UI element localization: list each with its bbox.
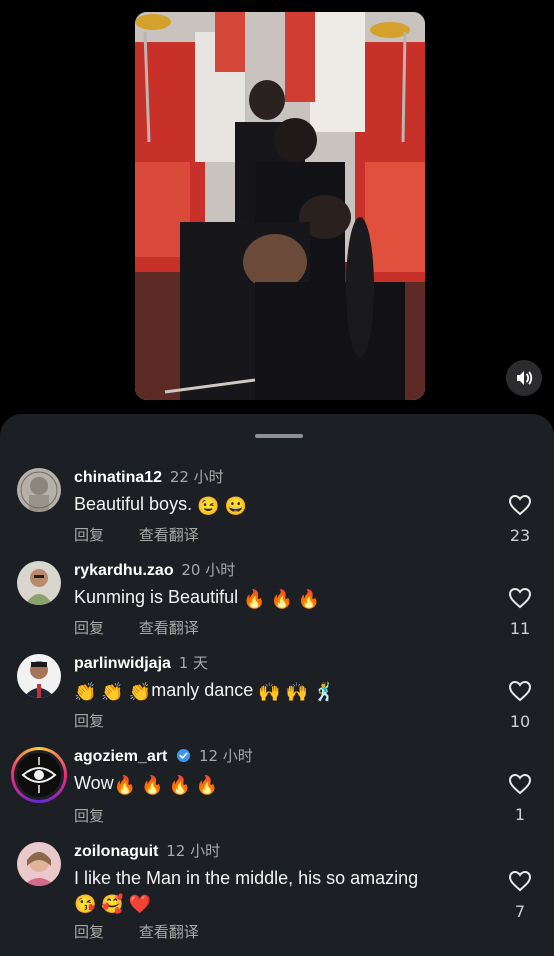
like-button[interactable] [505, 773, 535, 799]
comment-text: I like the Man in the middle, his so ama… [74, 866, 474, 914]
comment-body: I like the Man in the middle, his so ama… [74, 868, 419, 888]
comment-actions: 回复 [74, 710, 134, 731]
comment-meta: chinatina12 22 小时 [74, 466, 224, 487]
reply-button[interactable]: 回复 [74, 526, 104, 544]
video-frame-image [135, 12, 425, 400]
heart-icon [508, 773, 532, 795]
reply-button[interactable]: 回复 [74, 619, 104, 637]
comment-actions: 回复 查看翻译 [74, 524, 229, 545]
comment-time: 12 小时 [198, 747, 253, 765]
avatar[interactable] [17, 561, 61, 605]
verified-badge-icon [176, 748, 191, 767]
speaker-icon [517, 371, 533, 385]
reel-video-area [0, 0, 554, 420]
comment-body: Beautiful boys. [74, 494, 193, 514]
comment-actions: 回复 查看翻译 [74, 617, 229, 638]
see-translation-button[interactable]: 查看翻译 [139, 923, 199, 941]
avatar[interactable] [17, 654, 61, 698]
reel-video[interactable] [135, 12, 425, 400]
comment-body: manly dance [151, 680, 254, 700]
see-translation-button[interactable]: 查看翻译 [139, 526, 199, 544]
avatar[interactable] [17, 842, 61, 886]
like-button[interactable] [505, 494, 535, 520]
like-count: 10 [509, 712, 531, 731]
comment-text: 👏 👏 👏manly dance 🙌 🙌 🕺 [74, 678, 474, 702]
reply-button[interactable]: 回复 [74, 807, 104, 825]
heart-icon [508, 680, 532, 702]
heart-icon [508, 870, 532, 892]
comment-time: 12 小时 [166, 842, 221, 860]
comment-emojis: 😉 😀 [197, 496, 247, 516]
like-count: 23 [509, 526, 531, 545]
comment-time: 20 小时 [181, 561, 236, 579]
comments-sheet: chinatina12 22 小时 Beautiful boys. 😉 😀 回复… [0, 414, 554, 956]
sheet-grabber-handle[interactable] [255, 434, 303, 438]
heart-icon [508, 494, 532, 516]
like-button[interactable] [505, 680, 535, 706]
like-button[interactable] [505, 587, 535, 613]
comment-actions: 回复 [74, 805, 134, 826]
comment-username[interactable]: rykardhu.zao [74, 562, 174, 579]
comment-prefix-emojis: 👏 👏 👏 [74, 682, 152, 702]
reply-button[interactable]: 回复 [74, 712, 104, 730]
comment-meta: parlinwidjaja 1 天 [74, 652, 208, 673]
avatar[interactable] [17, 468, 61, 512]
eye-logo-icon [17, 753, 61, 797]
comment-username[interactable]: chinatina12 [74, 469, 162, 486]
comment-text: Beautiful boys. 😉 😀 [74, 492, 474, 516]
comment-body: Wow [74, 773, 114, 793]
comment-text: Wow🔥 🔥 🔥 🔥 [74, 771, 474, 795]
comment-emojis: 🔥 🔥 🔥 🔥 [113, 775, 219, 795]
heart-icon [508, 587, 532, 609]
comment-username[interactable]: zoilonaguit [74, 843, 158, 860]
comment-body: Kunming is Beautiful [74, 587, 239, 607]
like-count: 1 [514, 805, 526, 824]
avatar-with-story-ring[interactable] [11, 747, 67, 803]
comment-username[interactable]: parlinwidjaja [74, 655, 171, 672]
reply-button[interactable]: 回复 [74, 923, 104, 941]
like-count: 7 [514, 902, 526, 921]
comment-meta: rykardhu.zao 20 小时 [74, 559, 235, 580]
comment-time: 1 天 [178, 654, 209, 672]
comment-actions: 回复 查看翻译 [74, 921, 229, 942]
mute-button[interactable] [506, 360, 542, 396]
comment-emojis: 🔥 🔥 🔥 [243, 589, 321, 609]
like-button[interactable] [505, 870, 535, 896]
like-count: 11 [509, 619, 531, 638]
comment-emojis: 🙌 🙌 🕺 [258, 682, 336, 702]
comment-meta: zoilonaguit 12 小时 [74, 840, 220, 861]
see-translation-button[interactable]: 查看翻译 [139, 619, 199, 637]
comment-emojis: 😘 🥰 ❤️ [74, 894, 152, 914]
comment-username[interactable]: agoziem_art [74, 748, 167, 765]
instagram-comments-screen: chinatina12 22 小时 Beautiful boys. 😉 😀 回复… [0, 0, 554, 956]
comment-text: Kunming is Beautiful 🔥 🔥 🔥 [74, 585, 474, 609]
comment-meta: agoziem_art 12 小时 [74, 745, 253, 767]
comment-time: 22 小时 [169, 468, 224, 486]
